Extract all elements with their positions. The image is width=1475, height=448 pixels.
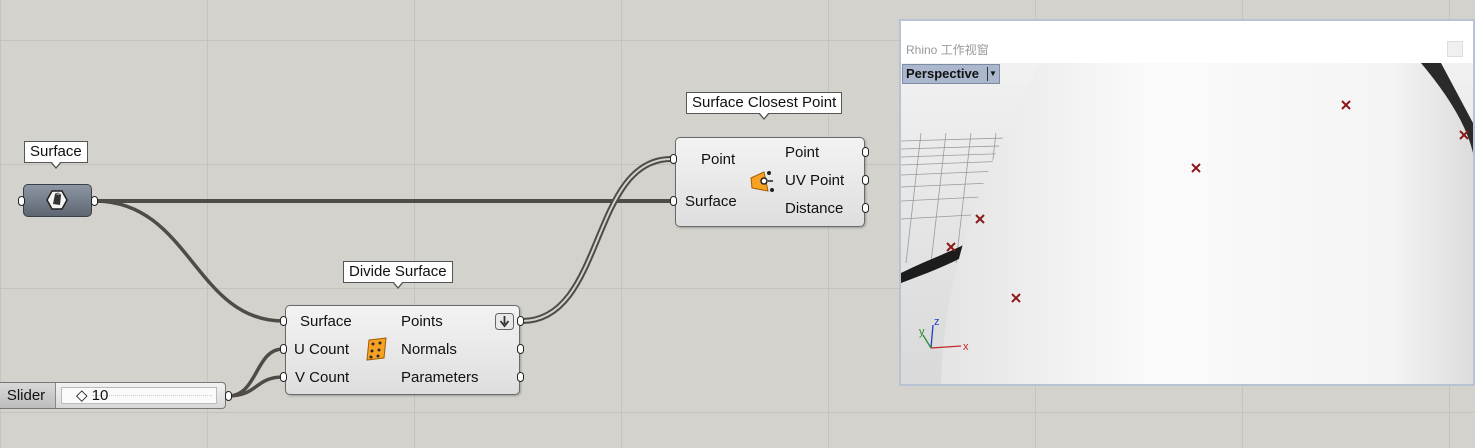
slider-track[interactable]: ◇ 10 [61,387,217,404]
viewport-perspective-tab[interactable]: Perspective ▼ [902,64,1000,84]
divide-output-parameters[interactable]: Parameters [401,369,479,387]
divide-output-grip-normals[interactable] [517,344,524,354]
viewport-view-name: Perspective [906,66,979,81]
divide-input-ucount[interactable]: U Count [294,341,349,359]
viewport-scene[interactable]: x z y [901,63,1473,386]
scp-output-grip-uv-point[interactable] [862,175,869,185]
scp-output-point[interactable]: Point [785,144,819,162]
slider-output-grip[interactable] [225,391,232,401]
viewport-window-title: Rhino 工作视窗 [906,43,989,57]
divide-output-points[interactable]: Points [401,313,443,331]
wire-surface-to-divide [93,199,285,323]
surface-param-input-grip[interactable] [18,196,25,206]
surface-closest-point-icon [750,171,774,192]
divide-surface-tag: Divide Surface [343,261,453,289]
divide-surface-tag-label: Divide Surface [349,263,447,280]
axis-label-z: z [934,316,940,328]
view-menu-dropdown-icon[interactable]: ▼ [987,67,998,81]
closest-point-tag-label: Surface Closest Point [692,94,837,111]
surface-param-tag-label: Surface [30,143,82,160]
divide-input-surface[interactable]: Surface [300,313,352,331]
scp-input-grip-surface[interactable] [670,196,677,206]
surface-param-output-grip[interactable] [91,196,98,206]
scp-input-point[interactable]: Point [701,151,735,169]
divide-input-grip-surface[interactable] [280,316,287,326]
viewport-close-icon[interactable] [1447,41,1463,57]
axis-label-x: x [963,341,969,353]
scp-output-grip-point[interactable] [862,147,869,157]
surface-closest-point-component[interactable]: Point Surface Point UV Point Distance [675,137,865,227]
flatten-arrow-down-icon[interactable] [495,313,514,330]
scp-output-grip-distance[interactable] [862,203,869,213]
divide-surface-component[interactable]: Surface U Count V Count Points Normals P… [285,305,520,395]
divide-input-vcount[interactable]: V Count [295,369,349,387]
rhino-surface [941,63,1473,384]
divide-output-normals[interactable]: Normals [401,341,457,359]
surface-param-icon [46,190,68,210]
divide-output-grip-points[interactable] [517,316,524,326]
divide-surface-icon [366,337,387,361]
viewport-title-bar: Rhino 工作视窗 [901,21,1473,63]
slider-value[interactable]: ◇ 10 [76,387,108,404]
scp-input-surface[interactable]: Surface [685,193,737,211]
rhino-viewport-window[interactable]: Rhino 工作视窗 x z y Perspective ▼ [899,19,1475,386]
closest-point-tag: Surface Closest Point [686,92,843,120]
wire-points-to-point-inner [521,158,672,322]
scp-output-distance[interactable]: Distance [785,200,843,218]
number-slider[interactable]: Slider ◇ 10 [0,382,226,409]
surface-param-tag: Surface [24,141,88,169]
surface-param-component[interactable] [23,184,92,217]
axis-label-y: y [919,326,925,338]
scp-output-uv-point[interactable]: UV Point [785,172,844,190]
slider-ticks [92,395,212,398]
divide-output-grip-parameters[interactable] [517,372,524,382]
scp-input-grip-point[interactable] [670,154,677,164]
slider-label: Slider [0,383,56,408]
divide-input-grip-ucount[interactable] [280,344,287,354]
divide-input-grip-vcount[interactable] [280,372,287,382]
